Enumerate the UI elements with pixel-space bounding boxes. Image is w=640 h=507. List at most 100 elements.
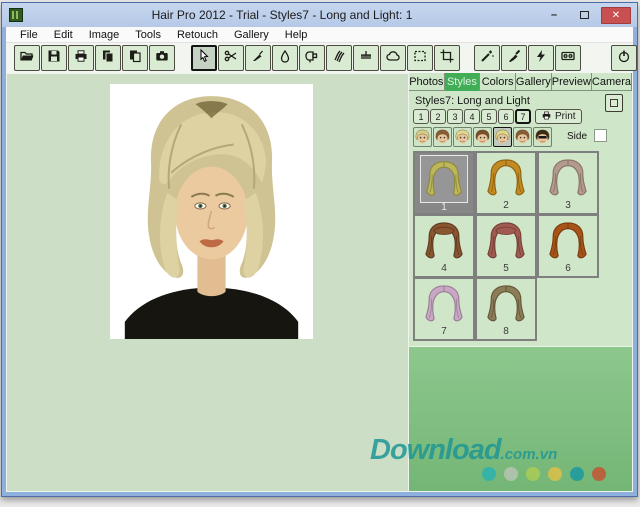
face-model-buttons [413, 127, 552, 147]
menu-edit[interactable]: Edit [46, 29, 81, 41]
tab-gallery[interactable]: Gallery [515, 73, 552, 91]
magic-wand-button[interactable] [474, 45, 500, 71]
menu-tools[interactable]: Tools [127, 29, 169, 41]
menu-file[interactable]: File [12, 29, 46, 41]
tab-preview[interactable]: Preview [551, 73, 592, 91]
maximize-icon [579, 11, 589, 19]
crop-button[interactable] [434, 45, 460, 71]
lightning-icon [533, 48, 549, 69]
scissors-button[interactable] [218, 45, 244, 71]
print-icon [73, 48, 89, 69]
side-label: Side [567, 131, 588, 142]
hair-style-number: 8 [503, 326, 509, 337]
eyedropper-button[interactable] [245, 45, 271, 71]
hair-style-5[interactable]: 5 [475, 214, 537, 278]
face-model-5-button[interactable] [493, 127, 512, 147]
comb-button[interactable] [353, 45, 379, 71]
editing-canvas[interactable] [6, 73, 410, 492]
tab-colors[interactable]: Colors [480, 73, 516, 91]
brush-icon [506, 48, 522, 69]
menu-bar: File Edit Image Tools Retouch Gallery Help [6, 27, 633, 43]
face-model-4-button[interactable] [473, 127, 492, 147]
print-button[interactable] [68, 45, 94, 71]
tab-photos[interactable]: Photos [409, 73, 445, 91]
tab-camera[interactable]: Camera [591, 73, 633, 91]
menu-retouch[interactable]: Retouch [169, 29, 226, 41]
hair-style-1[interactable]: 1 [413, 151, 475, 215]
hair-thumbnail [487, 222, 525, 259]
face-model-1-button[interactable] [413, 127, 432, 147]
face-model-6-button[interactable] [513, 127, 532, 147]
face-thumbnail [515, 129, 530, 144]
save-button[interactable] [41, 45, 67, 71]
dock-panel-button[interactable] [605, 94, 623, 112]
tab-styles[interactable]: Styles [444, 73, 481, 91]
print-button[interactable]: Print [535, 109, 582, 124]
camera-button[interactable] [149, 45, 175, 71]
hair-strands-icon [331, 48, 347, 69]
style-page-5[interactable]: 5 [481, 109, 497, 124]
maximize-button[interactable] [571, 7, 597, 24]
rect-select-icon [412, 48, 428, 69]
power-button[interactable] [611, 45, 637, 71]
open-folder-button[interactable] [14, 45, 40, 71]
pointer-button[interactable] [191, 45, 217, 71]
titlebar: Hair Pro 2012 - Trial - Styles7 - Long a… [2, 3, 637, 27]
hair-strands-button[interactable] [326, 45, 352, 71]
hair-style-7[interactable]: 7 [413, 277, 475, 341]
hair-style-number: 1 [441, 202, 447, 213]
style-page-buttons: 1 2 3 4 5 6 7 Print [413, 109, 582, 124]
hair-style-8[interactable]: 8 [475, 277, 537, 341]
cassette-button[interactable] [555, 45, 581, 71]
hairdryer-button[interactable] [299, 45, 325, 71]
hair-style-number: 6 [565, 263, 571, 274]
copy-icon [100, 48, 116, 69]
hair-thumbnail [487, 159, 525, 196]
lightning-button[interactable] [528, 45, 554, 71]
cassette-icon [560, 48, 576, 69]
style-page-4[interactable]: 4 [464, 109, 480, 124]
style-page-6[interactable]: 6 [498, 109, 514, 124]
close-button[interactable]: ✕ [601, 6, 631, 24]
face-model-2-button[interactable] [433, 127, 452, 147]
copy-button[interactable] [95, 45, 121, 71]
face-model-7-button[interactable] [533, 127, 552, 147]
lasso-cloud-button[interactable] [380, 45, 406, 71]
panel-tabs: Photos Styles Colors Gallery Preview Camera [409, 73, 633, 91]
face-thumbnail [495, 129, 510, 144]
menu-gallery[interactable]: Gallery [226, 29, 277, 41]
rect-select-button[interactable] [407, 45, 433, 71]
hair-style-3[interactable]: 3 [537, 151, 599, 215]
hair-thumbnail [425, 285, 463, 322]
magic-wand-icon [479, 48, 495, 69]
face-model-3-button[interactable] [453, 127, 472, 147]
style-page-2[interactable]: 2 [430, 109, 446, 124]
scissors-icon [223, 48, 239, 69]
droplet-button[interactable] [272, 45, 298, 71]
face-thumbnail [415, 129, 430, 144]
menu-image[interactable]: Image [81, 29, 128, 41]
dock-icon [610, 99, 618, 107]
hair-style-2[interactable]: 2 [475, 151, 537, 215]
toolbar [6, 43, 637, 73]
style-page-1[interactable]: 1 [413, 109, 429, 124]
eyedropper-icon [250, 48, 266, 69]
style-page-3[interactable]: 3 [447, 109, 463, 124]
brush-button[interactable] [501, 45, 527, 71]
paste-button[interactable] [122, 45, 148, 71]
hair-thumbnail [487, 285, 525, 322]
style-page-7[interactable]: 7 [515, 109, 531, 124]
minimize-button[interactable]: – [541, 7, 567, 24]
app-window: Hair Pro 2012 - Trial - Styles7 - Long a… [1, 2, 638, 497]
hair-thumbnail [549, 222, 587, 259]
hair-style-6[interactable]: 6 [537, 214, 599, 278]
side-checkbox[interactable] [594, 129, 607, 142]
portrait-photo[interactable] [110, 84, 313, 339]
menu-help[interactable]: Help [277, 29, 316, 41]
face-thumbnail [455, 129, 470, 144]
hair-thumbnail [549, 159, 587, 196]
hair-style-4[interactable]: 4 [413, 214, 475, 278]
lasso-cloud-icon [385, 48, 401, 69]
droplet-icon [277, 48, 293, 69]
comb-icon [358, 48, 374, 69]
